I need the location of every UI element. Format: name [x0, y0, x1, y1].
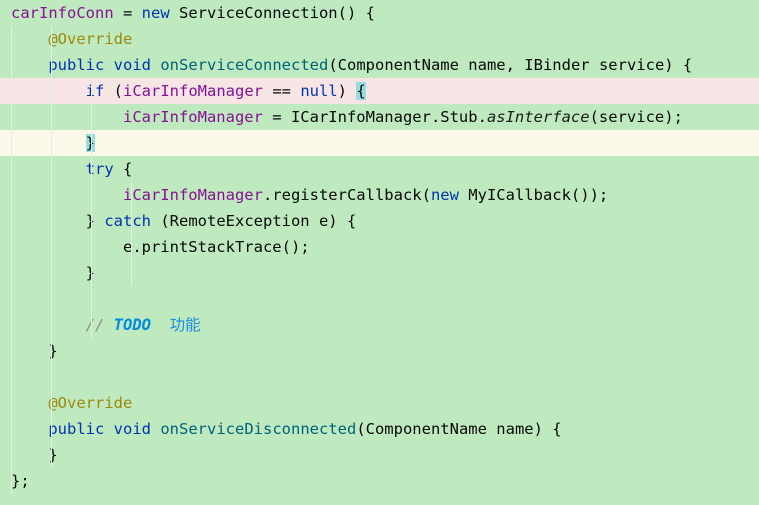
- code-token: void: [113, 56, 151, 74]
- code-token: (: [104, 82, 123, 100]
- code-token: @Override: [48, 30, 133, 48]
- code-token: MyICallback());: [458, 186, 609, 204]
- code-token: }: [11, 342, 58, 360]
- code-token: (ComponentName name) {: [356, 420, 562, 438]
- code-line[interactable]: carInfoConn = new ServiceConnection() {: [0, 0, 759, 26]
- code-token: }: [11, 446, 58, 464]
- code-token: e.printStackTrace();: [11, 238, 310, 256]
- code-token: onServiceDisconnected: [160, 420, 357, 438]
- code-line[interactable]: iCarInfoManager = ICarInfoManager.Stub.a…: [0, 104, 759, 130]
- code-token: iCarInfoManager: [123, 82, 263, 100]
- code-token: null: [300, 82, 338, 100]
- code-line[interactable]: if (iCarInfoManager == null) {: [0, 78, 759, 104]
- code-line[interactable]: }: [0, 260, 759, 286]
- code-token: new: [430, 186, 459, 204]
- code-token: catch: [104, 212, 151, 230]
- brace-match-highlight: {: [356, 82, 366, 100]
- code-token: new: [141, 4, 170, 22]
- code-lines-container[interactable]: carInfoConn = new ServiceConnection() { …: [0, 0, 759, 505]
- code-line[interactable]: } catch (RemoteException e) {: [0, 208, 759, 234]
- code-token: //: [85, 316, 114, 334]
- code-token: }: [11, 264, 95, 282]
- code-line[interactable]: public void onServiceDisconnected(Compon…: [0, 416, 759, 442]
- code-line[interactable]: ​: [0, 286, 759, 312]
- code-line[interactable]: iCarInfoManager.registerCallback(new MyI…: [0, 182, 759, 208]
- code-token: public: [48, 420, 105, 438]
- code-line[interactable]: }: [0, 130, 759, 156]
- code-token: .registerCallback(: [262, 186, 431, 204]
- code-token: (ComponentName name, IBinder service) {: [328, 56, 693, 74]
- code-token: (RemoteException e) {: [151, 212, 357, 230]
- code-token: if: [85, 82, 105, 100]
- code-line[interactable]: e.printStackTrace();: [0, 234, 759, 260]
- code-line[interactable]: // TODO 功能: [0, 312, 759, 338]
- code-line[interactable]: ​: [0, 364, 759, 390]
- code-token: =: [113, 4, 142, 22]
- code-token: @Override: [48, 394, 133, 412]
- code-line[interactable]: try {: [0, 156, 759, 182]
- code-token: onServiceConnected: [160, 56, 329, 74]
- brace-match-highlight: }: [85, 134, 95, 152]
- code-token: (service);: [589, 108, 683, 126]
- code-line[interactable]: @Override: [0, 26, 759, 52]
- code-token: ==: [262, 82, 301, 100]
- code-token: carInfoConn: [11, 4, 114, 22]
- code-line[interactable]: @Override: [0, 390, 759, 416]
- code-token: ServiceConnection() {: [169, 4, 375, 22]
- code-token: try: [85, 160, 114, 178]
- code-token: ): [337, 82, 357, 100]
- code-line[interactable]: };: [0, 468, 759, 494]
- code-token: TODO: [113, 316, 151, 334]
- code-token: }: [11, 212, 105, 230]
- code-token: void: [113, 420, 151, 438]
- code-token: };: [11, 472, 30, 490]
- code-token: = ICarInfoManager.Stub.: [262, 108, 487, 126]
- code-line[interactable]: public void onServiceConnected(Component…: [0, 52, 759, 78]
- code-token: {: [113, 160, 133, 178]
- code-line[interactable]: }: [0, 338, 759, 364]
- code-line[interactable]: ​: [0, 494, 759, 505]
- code-token: asInterface: [486, 108, 590, 126]
- code-token: iCarInfoManager: [122, 186, 263, 204]
- code-token: 功能: [169, 316, 201, 334]
- code-token: public: [48, 56, 105, 74]
- code-line[interactable]: }: [0, 442, 759, 468]
- code-editor-viewport[interactable]: carInfoConn = new ServiceConnection() { …: [0, 0, 759, 505]
- code-token: iCarInfoManager: [122, 108, 263, 126]
